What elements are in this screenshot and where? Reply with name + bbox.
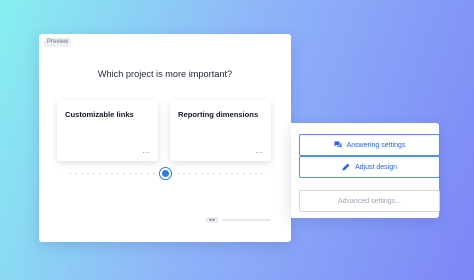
option-card-customizable-links[interactable]: Customizable links ...	[57, 100, 158, 161]
preview-tag: Preview	[44, 38, 72, 47]
answering-settings-label: Answering settings	[346, 141, 406, 149]
preview-card: Preview Which project is more important?…	[39, 34, 291, 242]
comparison-slider-knob[interactable]	[160, 168, 171, 179]
pager-arrows[interactable]: ◂ ▸	[205, 217, 219, 223]
advanced-settings-button[interactable]: Advanced settings...	[299, 190, 440, 212]
question-text: Which project is more important?	[97, 69, 233, 79]
advanced-settings-label: Advanced settings...	[337, 197, 402, 205]
chat-bubbles-icon	[334, 141, 342, 149]
option-card-reporting-dimensions[interactable]: Reporting dimensions ...	[170, 100, 271, 161]
more-options-icon[interactable]: ...	[256, 148, 263, 155]
settings-panel: Answering settings Adjust design Advance…	[291, 123, 440, 218]
adjust-design-label: Adjust design	[354, 163, 398, 171]
pencil-icon	[342, 163, 350, 171]
adjust-design-button[interactable]: Adjust design	[299, 156, 440, 178]
option-label: Customizable links	[65, 110, 134, 119]
answering-settings-button[interactable]: Answering settings	[299, 134, 440, 156]
progress-bar	[222, 219, 271, 221]
option-label: Reporting dimensions	[178, 110, 259, 119]
pager: ◂ ▸	[205, 217, 271, 223]
more-options-icon[interactable]: ...	[143, 148, 150, 155]
